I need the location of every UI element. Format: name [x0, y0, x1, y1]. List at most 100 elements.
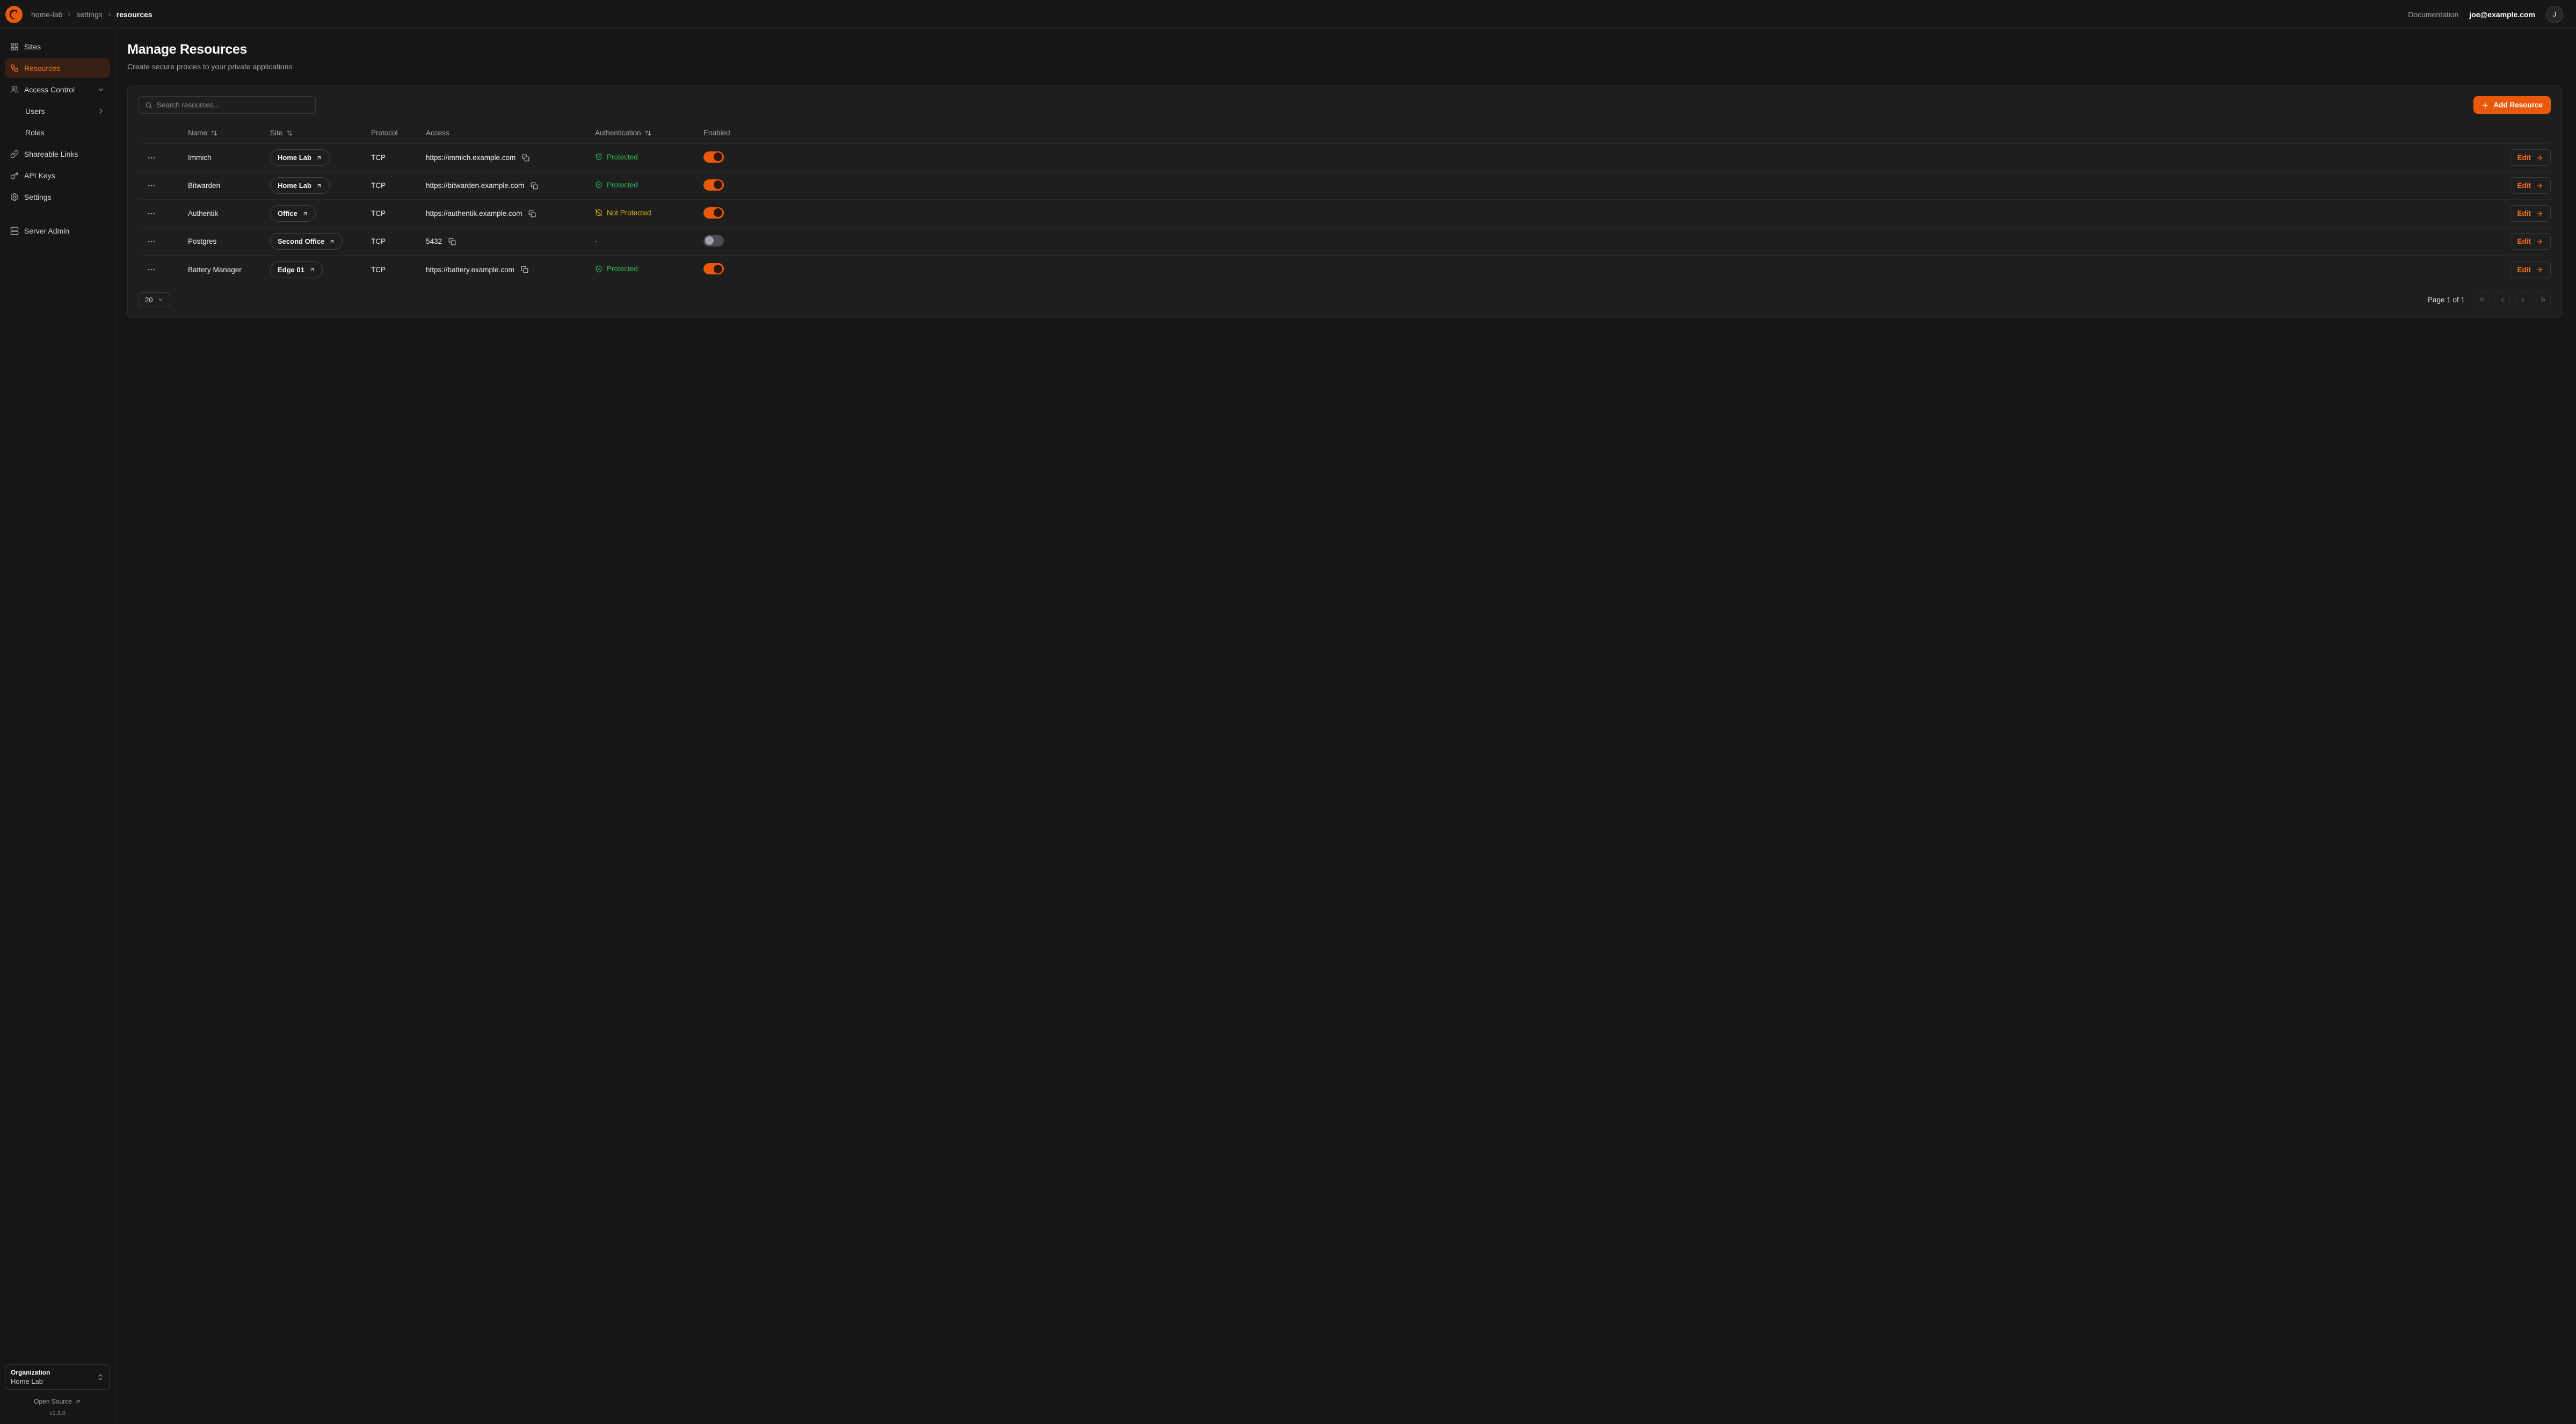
- resource-name: Authentik: [188, 209, 270, 217]
- avatar[interactable]: J: [2546, 6, 2563, 23]
- column-header-site: Site: [270, 129, 371, 137]
- edit-button-label: Edit: [2517, 154, 2531, 162]
- arrow-right-icon: [2536, 266, 2543, 273]
- enabled-toggle[interactable]: [703, 207, 724, 219]
- chevron-down-icon: [97, 86, 105, 93]
- toolbar: Add Resource: [139, 96, 2551, 114]
- edit-button[interactable]: Edit: [2510, 177, 2551, 194]
- sidebar-item-label: Users: [25, 107, 45, 115]
- app-logo-icon[interactable]: [4, 5, 24, 24]
- access-value: 5432: [426, 237, 442, 245]
- sidebar-item-settings[interactable]: Settings: [5, 187, 110, 207]
- key-icon: [10, 171, 19, 180]
- ellipsis-icon: [147, 265, 156, 274]
- enabled-toggle[interactable]: [703, 263, 724, 274]
- chevrons-left-icon: [2478, 296, 2486, 303]
- layout: Sites Resources Access Control Users Rol…: [0, 29, 2576, 1424]
- sidebar-item-label: Sites: [24, 42, 41, 51]
- column-header-access: Access: [426, 129, 595, 137]
- protocol-cell: TCP: [371, 154, 426, 162]
- sidebar-item-access-control[interactable]: Access Control: [5, 79, 110, 99]
- resources-card: Add Resource Name Site Protocol: [127, 85, 2562, 318]
- edit-button[interactable]: Edit: [2510, 233, 2551, 250]
- resource-name: Postgres: [188, 237, 270, 245]
- breadcrumb-separator-icon: [66, 11, 72, 18]
- table-row: Battery Manager Edge 01 TCP https://batt…: [139, 256, 2551, 284]
- sidebar-item-label: Roles: [25, 128, 45, 137]
- copy-button[interactable]: [529, 181, 539, 191]
- sidebar-item-users[interactable]: Users: [5, 101, 110, 121]
- copy-button[interactable]: [520, 265, 529, 274]
- previous-page-button[interactable]: [2495, 292, 2510, 307]
- protocol-cell: TCP: [371, 237, 426, 245]
- last-page-button[interactable]: [2536, 292, 2551, 307]
- edit-button[interactable]: Edit: [2510, 205, 2551, 222]
- breadcrumb-home-lab[interactable]: home-lab: [31, 10, 62, 19]
- site-link-label: Home Lab: [278, 181, 311, 190]
- page-size-select[interactable]: 20: [139, 292, 170, 307]
- organization-name: Home Lab: [11, 1377, 50, 1385]
- external-link-icon: [302, 210, 308, 217]
- access-value: https://battery.example.com: [426, 266, 514, 274]
- user-email: joe@example.com: [2469, 10, 2535, 19]
- chevron-right-icon: [2519, 296, 2527, 303]
- enabled-toggle[interactable]: [703, 235, 724, 246]
- site-link[interactable]: Edge 01: [270, 261, 323, 278]
- site-link[interactable]: Home Lab: [270, 149, 330, 166]
- external-link-icon: [75, 1398, 81, 1405]
- resource-name: Bitwarden: [188, 181, 270, 190]
- sidebar-item-shareable-links[interactable]: Shareable Links: [5, 144, 110, 164]
- arrow-right-icon: [2536, 154, 2543, 162]
- sidebar-item-resources[interactable]: Resources: [5, 58, 110, 78]
- topbar-right: Documentation joe@example.com J: [2408, 6, 2563, 23]
- next-page-button[interactable]: [2515, 292, 2530, 307]
- sort-icon[interactable]: [211, 130, 217, 136]
- sidebar-item-server-admin[interactable]: Server Admin: [5, 221, 110, 241]
- edit-button-label: Edit: [2517, 237, 2531, 245]
- row-actions-button[interactable]: [145, 151, 158, 164]
- edit-button[interactable]: Edit: [2510, 149, 2551, 166]
- edit-button-label: Edit: [2517, 181, 2531, 190]
- gear-icon: [10, 193, 19, 201]
- sidebar-bottom: Organization Home Lab Open Source v1.3.0: [5, 1364, 110, 1416]
- shield-check-icon: [595, 181, 603, 188]
- enabled-toggle[interactable]: [703, 179, 724, 191]
- breadcrumb-resources[interactable]: resources: [117, 10, 153, 19]
- workflow-icon: [10, 64, 19, 72]
- sort-icon[interactable]: [645, 130, 651, 136]
- organization-selector[interactable]: Organization Home Lab: [5, 1364, 110, 1390]
- sidebar: Sites Resources Access Control Users Rol…: [0, 29, 115, 1424]
- auth-label: Protected: [607, 265, 638, 273]
- sidebar-item-roles[interactable]: Roles: [5, 122, 110, 142]
- edit-button-label: Edit: [2517, 209, 2531, 217]
- documentation-link[interactable]: Documentation: [2408, 10, 2458, 19]
- access-value: https://authentik.example.com: [426, 209, 522, 217]
- row-actions-button[interactable]: [145, 235, 158, 248]
- sidebar-item-sites[interactable]: Sites: [5, 37, 110, 56]
- row-actions-button[interactable]: [145, 179, 158, 192]
- copy-button[interactable]: [527, 209, 537, 219]
- enabled-toggle[interactable]: [703, 151, 724, 163]
- search-input[interactable]: [157, 101, 309, 109]
- ellipsis-icon: [147, 154, 156, 162]
- first-page-button[interactable]: [2475, 292, 2490, 307]
- arrow-right-icon: [2536, 210, 2543, 217]
- edit-button-label: Edit: [2517, 266, 2531, 274]
- site-link[interactable]: Office: [270, 205, 316, 222]
- grid-icon: [10, 42, 19, 51]
- edit-button[interactable]: Edit: [2510, 261, 2551, 278]
- breadcrumb-settings[interactable]: settings: [76, 10, 102, 19]
- copy-button[interactable]: [447, 237, 457, 246]
- row-actions-button[interactable]: [145, 207, 158, 220]
- table-row: Postgres Second Office TCP 5432 -: [139, 228, 2551, 256]
- open-source-link[interactable]: Open Source: [34, 1398, 81, 1405]
- topbar: home-lab settings resources Documentatio…: [0, 0, 2576, 29]
- sidebar-item-api-keys[interactable]: API Keys: [5, 165, 110, 185]
- sort-icon[interactable]: [286, 130, 293, 136]
- copy-button[interactable]: [521, 153, 531, 163]
- site-link[interactable]: Home Lab: [270, 177, 330, 194]
- column-header-authentication: Authentication: [595, 129, 703, 137]
- add-resource-button[interactable]: Add Resource: [2473, 96, 2551, 114]
- row-actions-button[interactable]: [145, 263, 158, 276]
- site-link[interactable]: Second Office: [270, 233, 343, 250]
